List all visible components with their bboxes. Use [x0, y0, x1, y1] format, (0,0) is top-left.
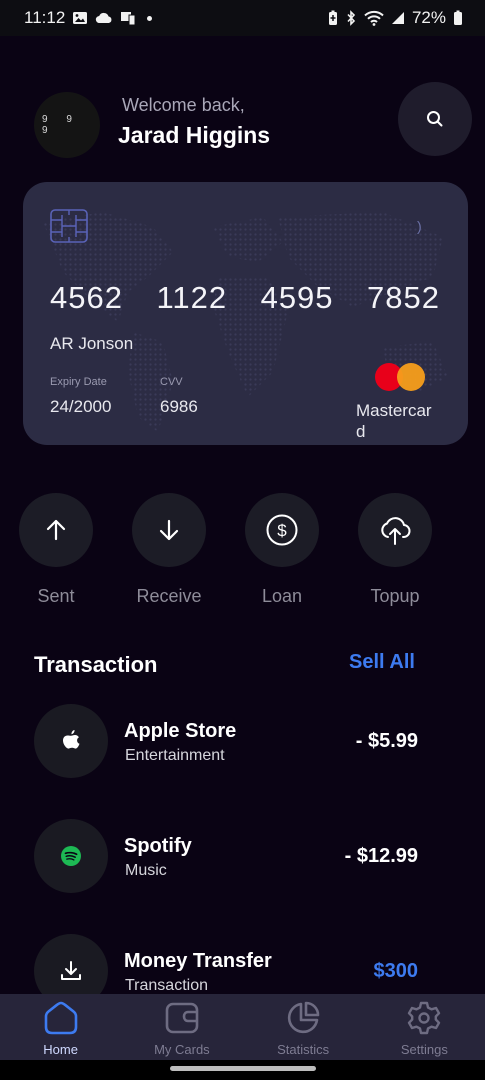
status-right: 72%: [328, 8, 463, 28]
arrow-down-icon: [159, 519, 179, 541]
transaction-icon: [34, 704, 108, 778]
action-receive[interactable]: Receive: [119, 493, 219, 607]
card-holder: AR Jonson: [50, 334, 134, 353]
action-loan-button[interactable]: $: [245, 493, 319, 567]
card-number-group: 7852: [367, 280, 440, 315]
search-button[interactable]: [398, 82, 472, 156]
notification-dot-icon: [147, 15, 153, 21]
cvv-value: 6986: [160, 397, 198, 416]
cloud-upload-icon: [381, 517, 411, 545]
image-icon: [73, 12, 88, 24]
card-number: 4562 1122 4595 7852: [50, 280, 440, 316]
mastercard-logo-icon: [375, 363, 427, 391]
nav-label: Home: [43, 1042, 78, 1057]
spotify-icon: [61, 846, 81, 866]
nav-statistics[interactable]: Statistics: [243, 994, 364, 1060]
svg-text:$: $: [277, 521, 287, 540]
transaction-item[interactable]: Spotify Music - $12.99: [34, 819, 418, 893]
nav-label: Statistics: [277, 1042, 330, 1057]
transactions-title: Transaction: [34, 652, 158, 677]
transaction-item[interactable]: Apple Store Entertainment - $5.99: [34, 704, 418, 778]
action-label: Topup: [370, 586, 420, 606]
gear-icon: [408, 1001, 441, 1035]
pie-chart-icon: [288, 1001, 320, 1034]
battery-percent: 72%: [411, 8, 446, 27]
wifi-icon: [364, 10, 384, 26]
action-loan[interactable]: $ Loan: [232, 493, 332, 607]
action-sent[interactable]: Sent: [6, 493, 106, 607]
nav-label: My Cards: [154, 1042, 210, 1057]
apple-icon: [63, 730, 80, 749]
home-icon: [44, 1001, 77, 1035]
status-bar: 11:12 72%: [0, 0, 485, 36]
bottom-nav: Home My Cards Statistics Settings: [0, 994, 485, 1060]
download-icon: [61, 961, 81, 980]
action-topup-button[interactable]: [358, 493, 432, 567]
transaction-amount: $300: [373, 960, 419, 982]
transaction-category: Transaction: [125, 977, 208, 994]
transaction-category: Entertainment: [125, 747, 225, 764]
arrow-up-icon: [46, 519, 66, 541]
cloud-icon: [96, 12, 112, 24]
home-indicator[interactable]: [170, 1066, 316, 1071]
status-time: 11:12: [24, 8, 66, 27]
avatar[interactable]: 9 9 9: [34, 92, 100, 158]
action-sent-button[interactable]: [19, 493, 93, 567]
user-name: Jarad Higgins: [118, 122, 271, 148]
transaction-amount: - $12.99: [344, 845, 418, 867]
nav-settings[interactable]: Settings: [364, 994, 485, 1060]
screen-cast-icon: [121, 12, 136, 26]
card-number-group: 1122: [156, 280, 228, 315]
transaction-name: Spotify: [124, 835, 192, 857]
action-label: Loan: [261, 586, 303, 606]
action-label: Sent: [37, 586, 75, 606]
expiry-value: 24/2000: [50, 397, 112, 416]
nav-my-cards[interactable]: My Cards: [121, 994, 242, 1060]
cvv-label: CVV: [160, 376, 183, 388]
status-left: 11:12: [24, 8, 153, 28]
avatar-text: 9 9 9: [42, 114, 80, 136]
payment-card[interactable]: ) 4562 1122 4595 7852 AR Jonson Expiry D…: [23, 182, 468, 445]
contactless-icon: ): [417, 218, 422, 234]
card-number-group: 4562: [50, 280, 123, 315]
welcome-text: Welcome back,: [122, 95, 245, 115]
bluetooth-icon: [347, 10, 356, 26]
dollar-circle-icon: $: [266, 514, 298, 546]
battery-saver-icon: [328, 10, 337, 25]
card-brand: Mastercard: [356, 401, 432, 441]
chip-icon: [50, 209, 88, 243]
see-all-link[interactable]: Sell All: [349, 651, 415, 674]
nav-label: Settings: [400, 1042, 448, 1057]
transaction-amount: - $5.99: [355, 730, 418, 752]
action-receive-button[interactable]: [132, 493, 206, 567]
action-label: Receive: [136, 586, 202, 606]
battery-icon: [454, 10, 462, 25]
wallet-icon: [165, 1002, 199, 1034]
transaction-name: Apple Store: [124, 720, 237, 742]
nav-home[interactable]: Home: [0, 994, 121, 1060]
signal-icon: [391, 12, 404, 24]
transaction-icon: [34, 819, 108, 893]
transaction-name: Money Transfer: [124, 950, 272, 972]
expiry-label: Expiry Date: [50, 376, 107, 388]
transaction-category: Music: [125, 862, 167, 879]
search-icon: [427, 111, 443, 127]
action-topup[interactable]: Topup: [345, 493, 445, 607]
card-number-group: 4595: [260, 280, 334, 315]
